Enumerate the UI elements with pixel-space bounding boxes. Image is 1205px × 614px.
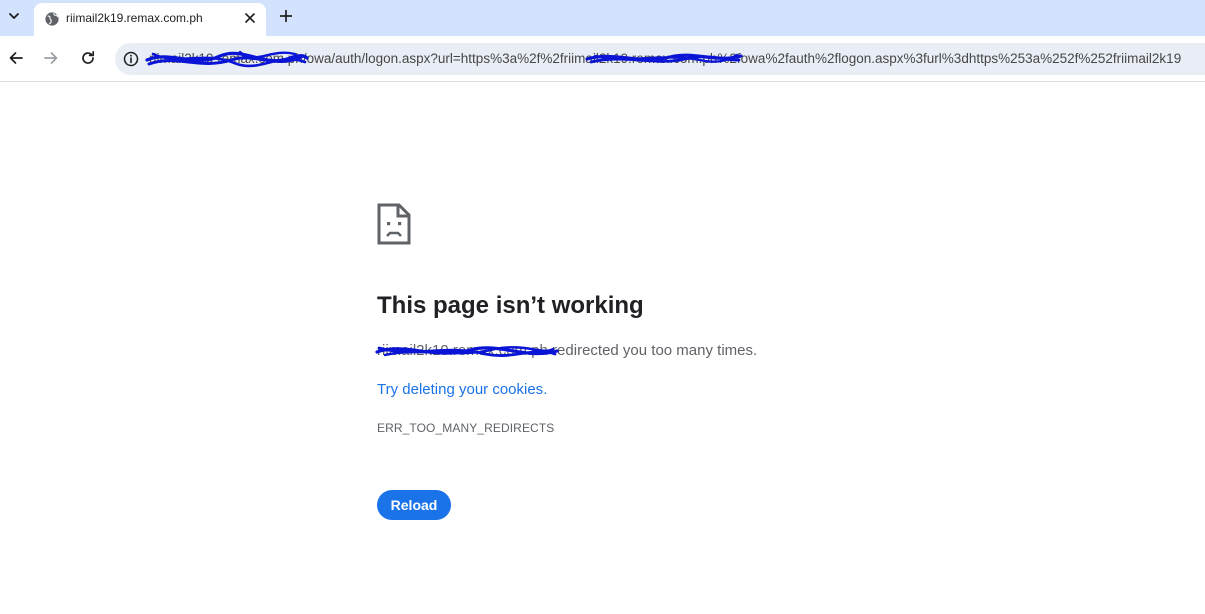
new-tab-button[interactable] [276,5,296,27]
redaction-scribble [375,346,559,357]
browser-toolbar: riimail2k19.remax.com.ph/owa/auth/logon.… [0,36,1205,82]
forward-button[interactable] [41,48,61,68]
plus-icon [280,10,292,22]
refresh-icon [82,50,95,64]
back-button[interactable] [6,48,26,68]
error-heading: This page isn’t working [377,292,644,319]
address-bar[interactable]: riimail2k19.remax.com.ph/owa/auth/logon.… [115,43,1205,75]
arrow-right-icon [44,52,58,64]
error-detail-suffix: redirected you too many times. [547,342,758,359]
reload-button[interactable]: Reload [377,490,451,520]
tab-strip: riimail2k19.remax.com.ph [0,0,1205,36]
reload-toolbar-button[interactable] [78,48,98,68]
link-period: . [543,381,548,398]
active-tab[interactable]: riimail2k19.remax.com.ph [34,3,266,36]
globe-icon [45,12,59,26]
arrow-left-icon [9,52,23,64]
sad-page-icon [377,203,411,245]
close-icon [245,13,255,23]
error-code: ERR_TOO_MANY_REDIRECTS [377,421,555,435]
delete-cookies-link[interactable]: Try deleting your cookies. [377,381,547,398]
tab-search-button[interactable] [3,4,25,28]
redaction-scribble [585,53,743,64]
delete-cookies-link-text[interactable]: Try deleting your cookies [377,381,543,398]
tab-close-button[interactable] [241,9,259,27]
info-icon[interactable] [122,50,140,68]
redaction-scribble [145,50,309,68]
tab-title: riimail2k19.remax.com.ph [66,11,203,25]
chevron-down-icon [9,13,19,19]
